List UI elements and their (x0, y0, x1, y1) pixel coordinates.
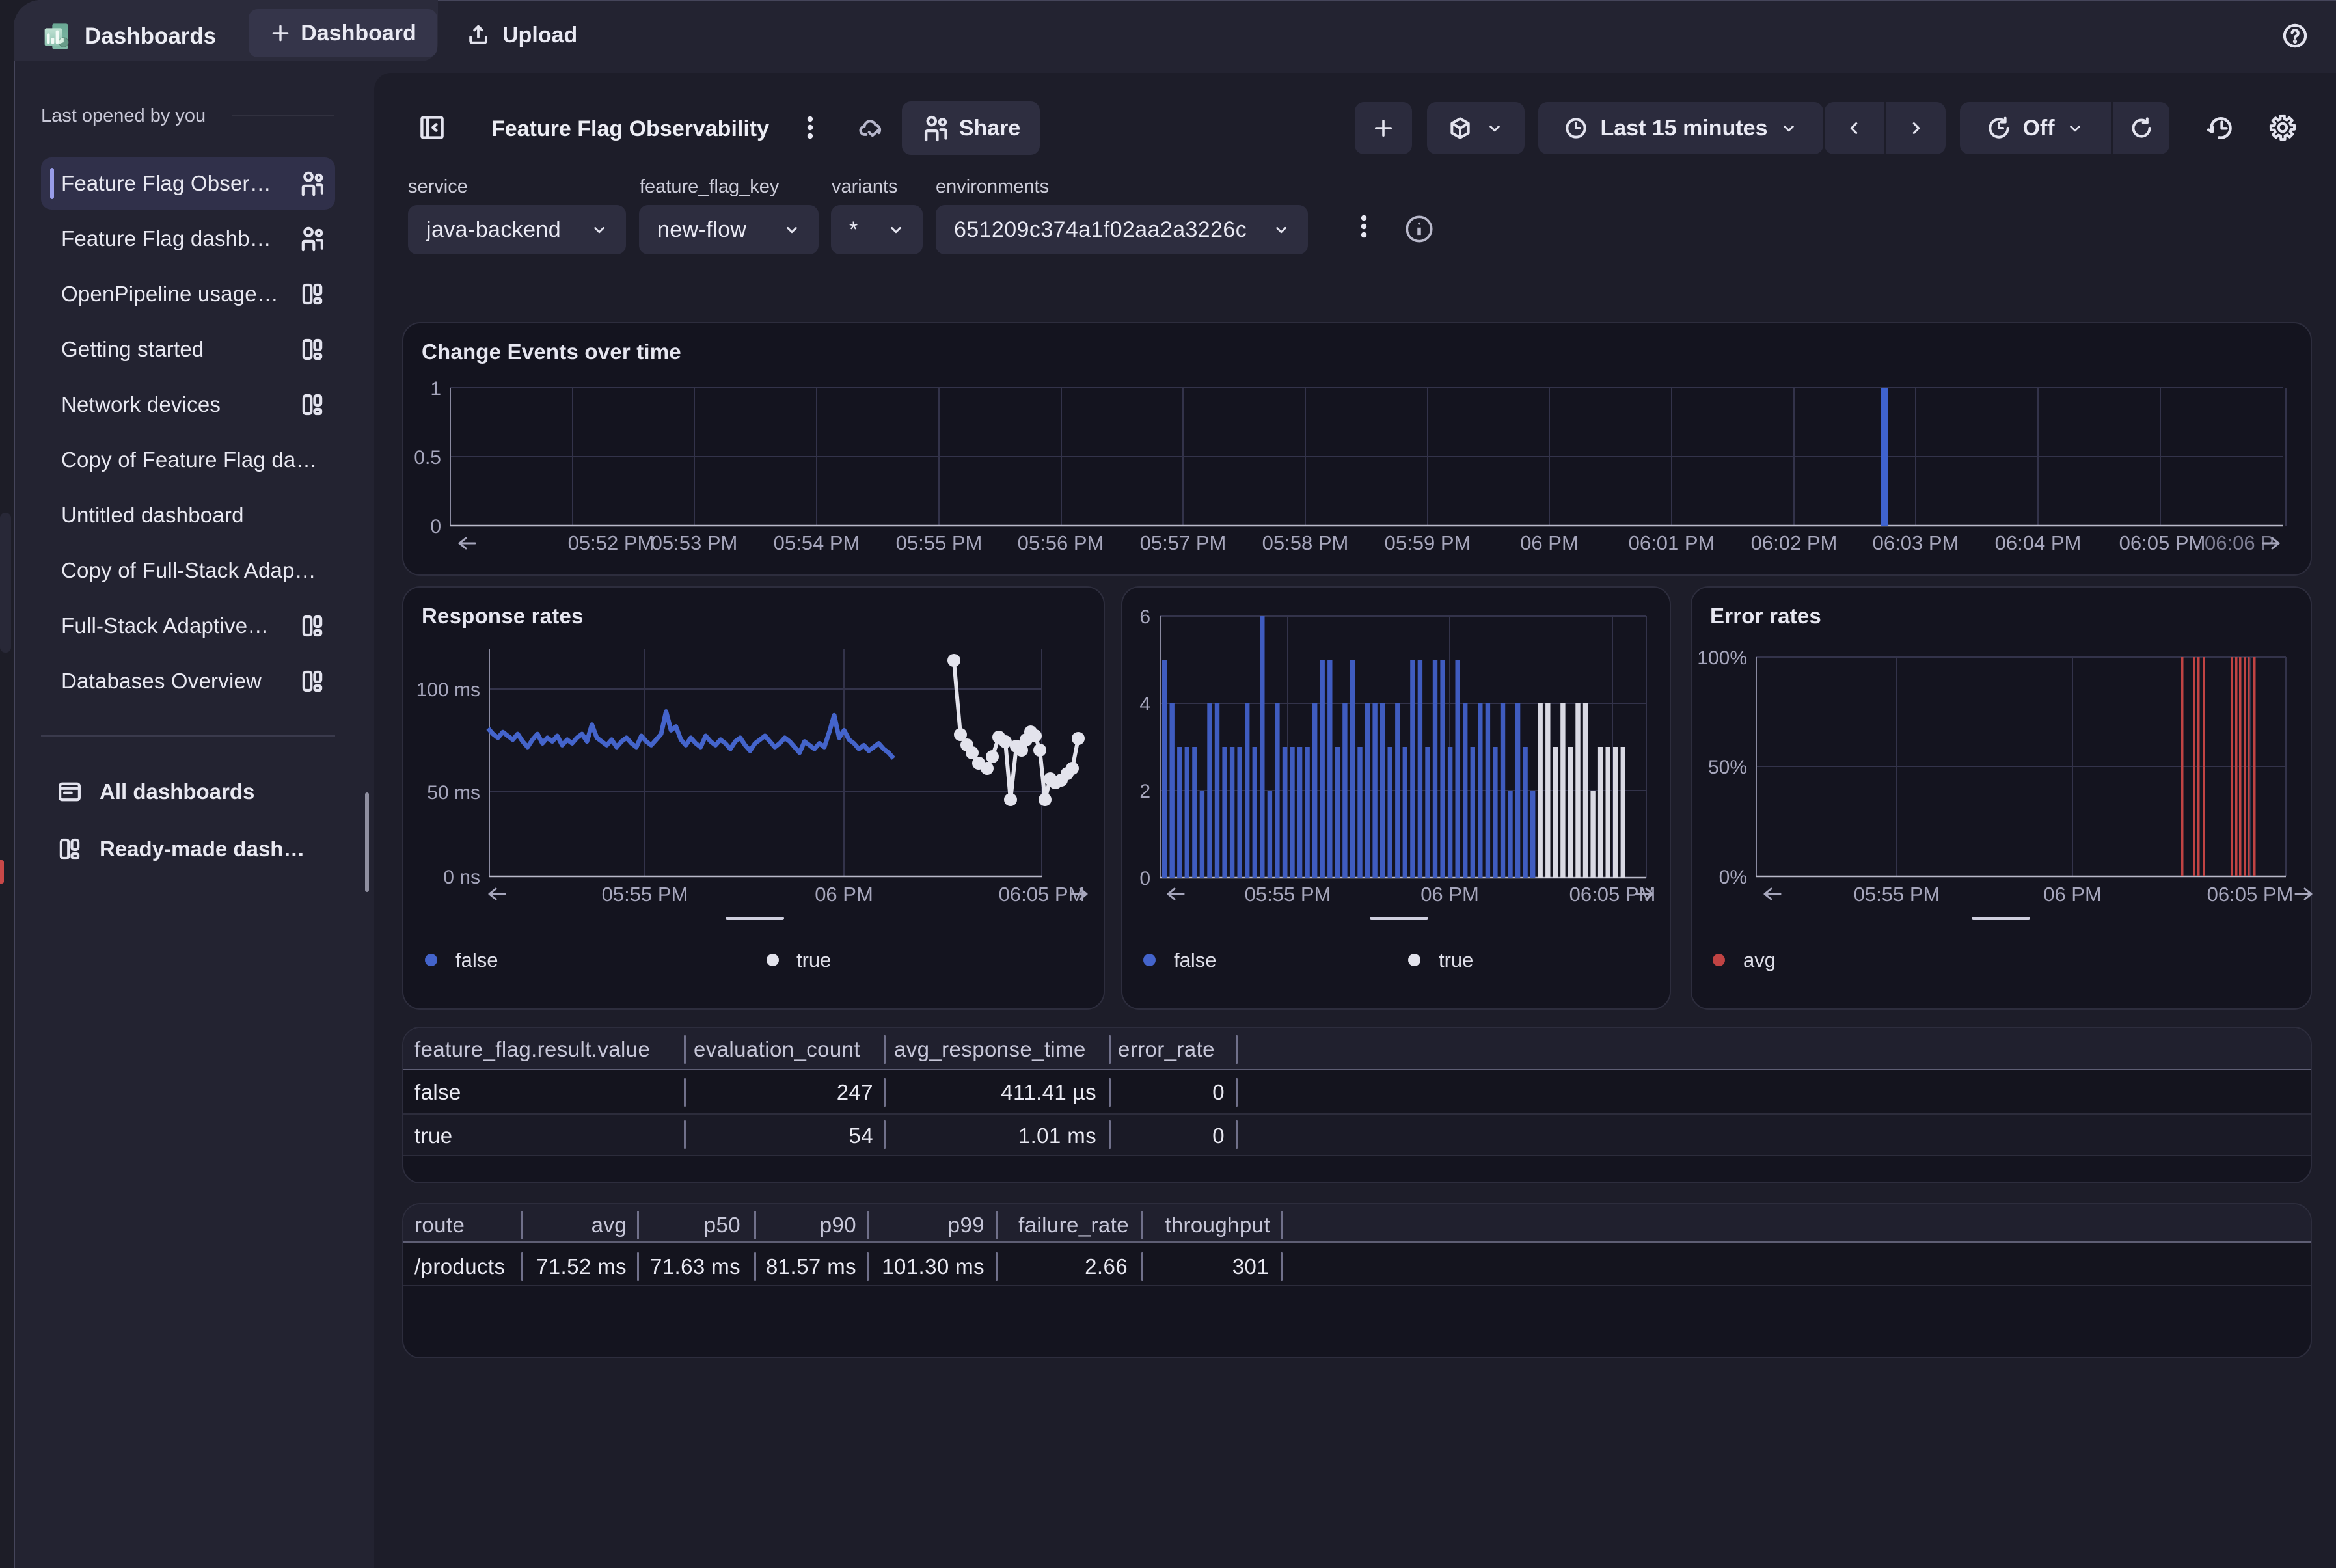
svg-text:06:05 PM: 06:05 PM (2207, 883, 2294, 906)
svg-text:0%: 0% (1719, 867, 1747, 888)
svg-text:05:55 PM: 05:55 PM (1854, 883, 1940, 906)
svg-text:100%: 100% (1697, 647, 1747, 669)
svg-text:06 PM: 06 PM (2043, 883, 2102, 906)
svg-text:50%: 50% (1708, 757, 1747, 778)
